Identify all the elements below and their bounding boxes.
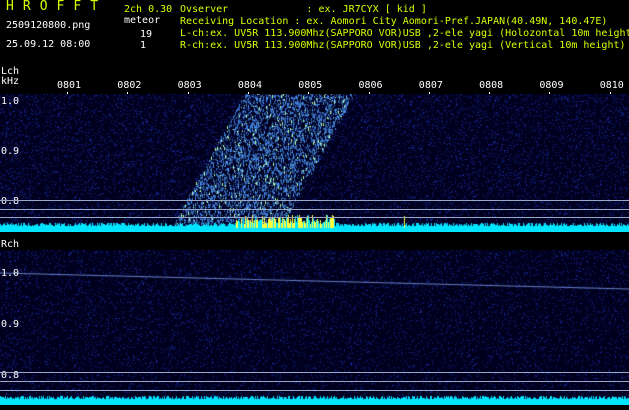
lch-freq-1.0: 1.0 (1, 96, 20, 107)
rch-ref-line-2 (0, 381, 629, 382)
rch-ref-line-3 (0, 390, 629, 391)
image-filename: 2509120800.png (6, 20, 91, 31)
app-title: H R O F F T (6, 0, 99, 14)
lch-waterfall-canvas (0, 94, 629, 232)
time-tick-label-0804: 0804 (237, 80, 262, 91)
lch-info-line: L-ch:ex. UV5R 113.900Mhz(SAPPORO VOR)USB… (180, 28, 629, 39)
time-tick-label-0802: 0802 (117, 80, 142, 91)
lch-freq-0.9: 0.9 (1, 146, 20, 157)
time-tick-label-0803: 0803 (177, 80, 202, 91)
meteor-label: meteor (124, 15, 161, 26)
lch-ref-line-1 (0, 200, 629, 201)
time-tick-label-0809: 0809 (539, 80, 564, 91)
location-line: Receiving Location : ex. Aomori City Aom… (180, 16, 608, 27)
khz-unit-label: kHz (1, 76, 20, 87)
lch-spectrogram (0, 94, 629, 232)
lch-freq-0.8: 0.8 (1, 196, 20, 207)
lch-ref-line-2 (0, 209, 629, 210)
rch-ref-line-1 (0, 372, 629, 373)
capture-datetime: 25.09.12 08:00 (6, 39, 91, 50)
time-tick-label-0810: 0810 (599, 80, 624, 91)
rch-freq-0.9: 0.9 (1, 319, 20, 330)
rch-info-line: R-ch:ex. UV5R 113.900Mhz(SAPPORO VOR)USB… (180, 40, 626, 51)
observer-line: Ovserver : ex. JR7CYX [ kid ] (180, 4, 427, 15)
time-tick-label-0808: 0808 (479, 80, 504, 91)
time-tick-label-0801: 0801 (57, 80, 82, 91)
lch-ref-line-3 (0, 217, 629, 218)
time-tick-label-0806: 0806 (358, 80, 383, 91)
meteor-count-rch: 1 (140, 40, 147, 51)
rch-freq-1.0: 1.0 (1, 268, 20, 279)
time-tick-label-0805: 0805 (298, 80, 323, 91)
time-tick-label-0807: 0807 (418, 80, 443, 91)
